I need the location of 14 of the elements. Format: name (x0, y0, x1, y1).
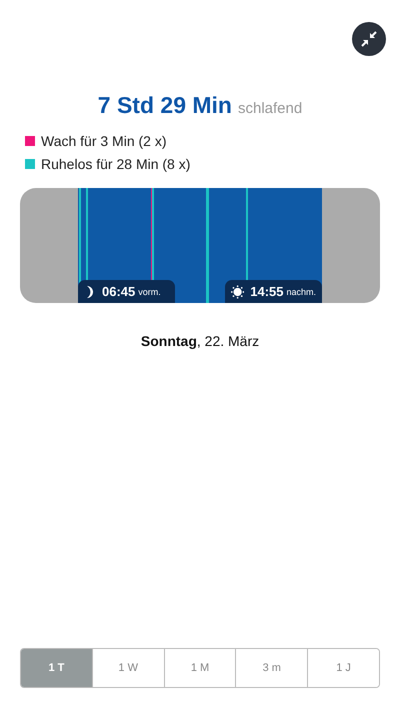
range-tab[interactable]: 1 J (307, 649, 379, 687)
collapse-icon (360, 30, 378, 48)
collapse-button[interactable] (352, 22, 386, 56)
end-time: 14:55 (250, 284, 284, 299)
start-time: 06:45 (102, 284, 136, 299)
range-tab[interactable]: 1 T (21, 649, 92, 687)
date-label: Sonntag, 22. März (140, 333, 260, 349)
start-time-suffix: vorm. (138, 286, 161, 296)
end-time-suffix: nachm. (286, 286, 316, 296)
legend-label: Ruhelos für 28 Min (8 x) (41, 156, 190, 172)
sun-icon (231, 284, 244, 300)
legend-label: Wach für 3 Min (2 x) (41, 133, 167, 149)
sleep-label: schlafend (238, 100, 302, 117)
sleep-duration: 7 Std 29 Min (98, 92, 232, 119)
